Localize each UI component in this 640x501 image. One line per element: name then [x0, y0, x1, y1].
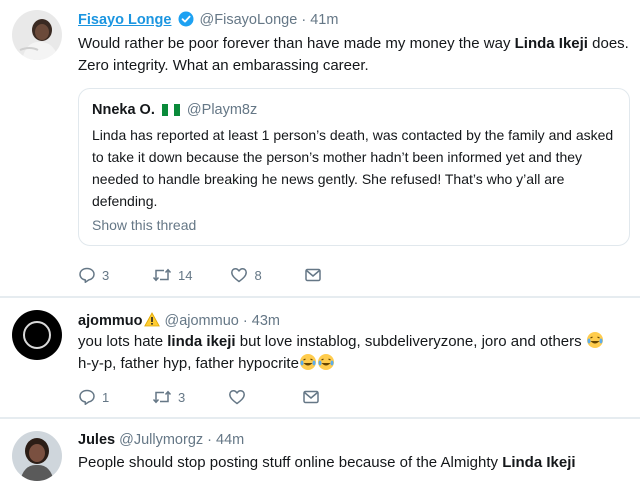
- highlight-term: linda ikeji: [167, 333, 236, 350]
- retweet-count: 14: [178, 267, 193, 283]
- highlight-term: Linda Ikeji: [514, 35, 588, 52]
- avatar[interactable]: [12, 431, 62, 481]
- retweet-button[interactable]: 3: [152, 388, 190, 406]
- envelope-icon: [305, 268, 322, 282]
- quoted-tweet-text: Linda has reported at least 1 person’s d…: [92, 127, 614, 209]
- tweet-actions: 3 14 8: [78, 266, 360, 284]
- separator-dot: ·: [207, 432, 213, 448]
- retweet-icon: [152, 268, 172, 282]
- tweet-text: People should stop posting stuff online …: [78, 452, 633, 474]
- laughing-tears-emoji-icon: [586, 332, 603, 348]
- reply-icon: [79, 389, 95, 405]
- tweet-actions: 1 3: [78, 388, 358, 406]
- username[interactable]: @Jullymorgz: [119, 432, 203, 448]
- username[interactable]: @FisayoLonge: [200, 12, 298, 28]
- tweet-header: Jules @Jullymorgz · 44m: [78, 432, 244, 448]
- heart-icon: [231, 267, 248, 283]
- direct-message-button[interactable]: [302, 388, 320, 406]
- reply-count: 3: [102, 267, 110, 283]
- display-name[interactable]: Jules: [78, 432, 115, 448]
- quoted-tweet-header: Nneka O. @Playm8z: [92, 102, 257, 118]
- timestamp[interactable]: 43m: [252, 313, 280, 329]
- reply-icon: [79, 267, 95, 283]
- tweet-text-part: you lots hate: [78, 333, 168, 350]
- avatar[interactable]: [12, 310, 62, 360]
- retweet-count: 3: [178, 389, 186, 405]
- tweet-text-part: Would rather be poor forever than have m…: [78, 35, 515, 52]
- timestamp[interactable]: 44m: [216, 432, 244, 448]
- heart-icon: [229, 389, 245, 405]
- tweet-text: you lots hate linda ikeji but love insta…: [78, 331, 633, 375]
- reply-button[interactable]: 1: [78, 388, 114, 406]
- tweet-jules[interactable]: Jules @Jullymorgz · 44m People should st…: [0, 419, 640, 501]
- display-name[interactable]: Fisayo Longe: [78, 12, 171, 28]
- avatar[interactable]: [12, 10, 62, 60]
- timestamp[interactable]: 41m: [310, 12, 338, 28]
- reply-button[interactable]: 3: [78, 266, 114, 284]
- tweet-text-part: People should stop posting stuff online …: [78, 454, 503, 471]
- retweet-icon: [152, 390, 172, 404]
- tweet-text: Would rather be poor forever than have m…: [78, 33, 633, 77]
- tweet-header: ajommuo @ajommuo · 43m: [78, 312, 280, 329]
- like-button[interactable]: 8: [230, 266, 266, 284]
- envelope-icon: [303, 390, 319, 404]
- username[interactable]: @ajommuo: [164, 313, 238, 329]
- tweet-header: Fisayo Longe @FisayoLonge · 41m: [78, 11, 338, 28]
- laughing-tears-emoji-icon: [299, 354, 316, 370]
- nigeria-flag-icon: [161, 104, 180, 116]
- warning-icon: [144, 312, 161, 327]
- display-name[interactable]: ajommuo: [78, 313, 142, 329]
- highlight-term: Linda Ikeji: [502, 454, 576, 471]
- like-button[interactable]: [228, 388, 264, 406]
- verified-badge-icon: [178, 11, 193, 27]
- quoted-display-name[interactable]: Nneka O.: [92, 102, 155, 118]
- like-count: 8: [254, 267, 262, 283]
- tweet-fisayo-longe[interactable]: Fisayo Longe @FisayoLonge · 41m Would ra…: [0, 0, 640, 296]
- separator-dot: ·: [242, 313, 248, 329]
- show-thread-link[interactable]: Show this thread: [92, 217, 196, 233]
- quoted-tweet[interactable]: Nneka O. @Playm8z Linda has reported at …: [78, 88, 630, 246]
- direct-message-button[interactable]: [304, 266, 322, 284]
- reply-count: 1: [102, 389, 110, 405]
- tweet-text-part: but love instablog, subdeliveryzone, jor…: [235, 333, 586, 350]
- laughing-tears-emoji-icon: [317, 354, 334, 370]
- retweet-button[interactable]: 14: [152, 266, 192, 284]
- separator-dot: ·: [301, 12, 307, 28]
- quoted-username[interactable]: @Playm8z: [187, 102, 257, 118]
- tweet-ajommuo[interactable]: ajommuo @ajommuo · 43m you lots hate lin…: [0, 298, 640, 417]
- tweet-text-part: h-y-p, father hyp, father hypocrite: [78, 355, 299, 372]
